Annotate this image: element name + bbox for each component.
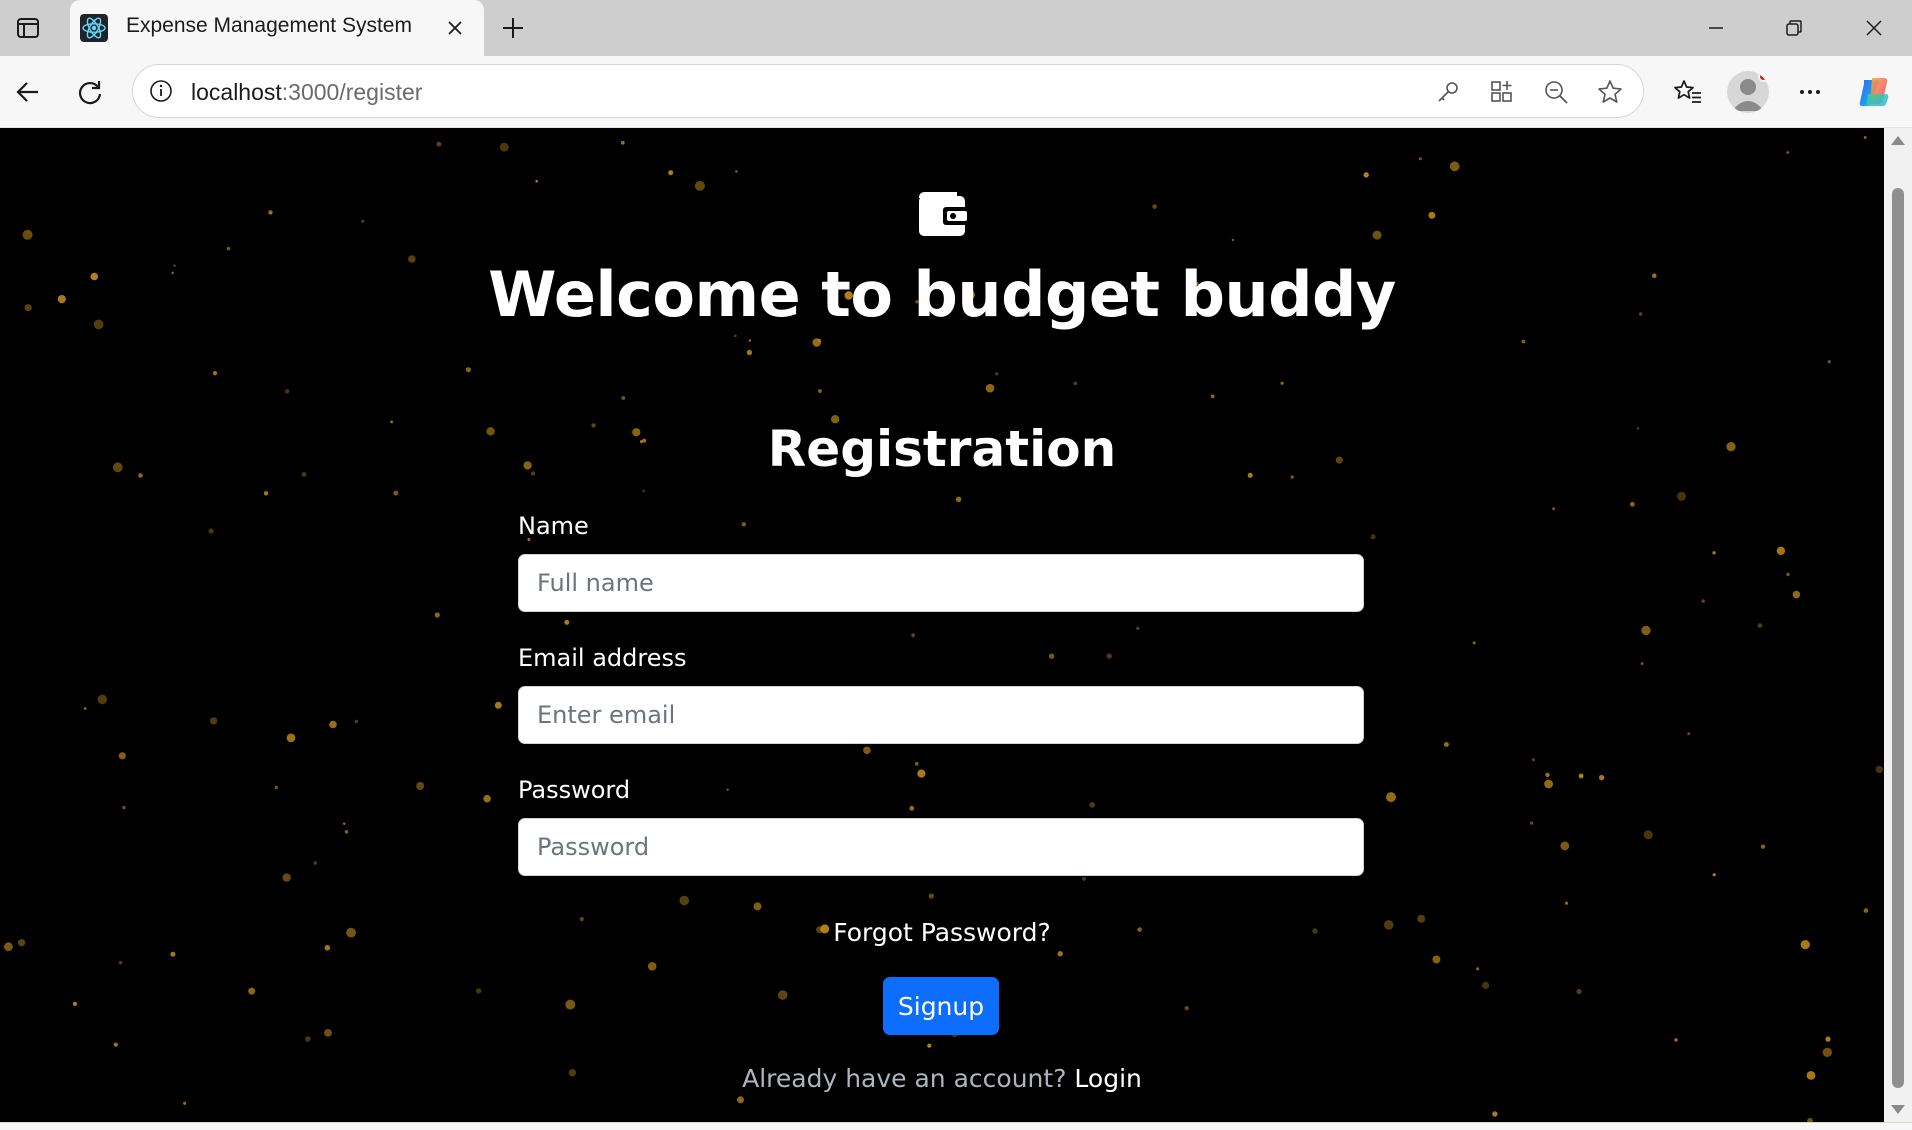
minimize-icon[interactable] — [1688, 8, 1744, 48]
email-input[interactable] — [518, 686, 1364, 744]
password-input[interactable] — [518, 818, 1364, 876]
sidebar-toggle-icon[interactable] — [10, 10, 46, 46]
restore-icon[interactable] — [1766, 8, 1822, 48]
signup-button[interactable]: Signup — [883, 977, 999, 1035]
back-arrow-icon[interactable] — [6, 70, 50, 114]
name-input[interactable] — [518, 554, 1364, 612]
login-prompt-row: Already have an account? Login — [0, 1064, 1884, 1093]
window-bottom-edge — [0, 1122, 1912, 1130]
close-window-icon[interactable] — [1846, 8, 1902, 48]
favorite-star-icon[interactable] — [1591, 73, 1629, 111]
tab-title: Expense Management System — [126, 14, 412, 37]
profile-avatar[interactable] — [1727, 71, 1769, 113]
scroll-up-arrow-icon[interactable] — [1891, 136, 1905, 145]
new-tab-icon[interactable] — [495, 10, 531, 46]
browser-toolbar: localhost:3000/register — [0, 56, 1912, 128]
password-label: Password — [518, 776, 631, 804]
forgot-password-row: Forgot Password? — [0, 918, 1884, 947]
form-title: Registration — [767, 420, 1117, 478]
page-heading: Welcome to budget buddy — [488, 258, 1396, 331]
address-bar[interactable]: localhost:3000/register — [132, 64, 1644, 118]
password-key-icon[interactable] — [1429, 73, 1467, 111]
page-viewport: Welcome to budget buddy Registration Nam… — [0, 128, 1884, 1122]
login-prompt-text: Already have an account? — [742, 1064, 1067, 1093]
login-link[interactable]: Login — [1074, 1064, 1141, 1093]
react-icon — [80, 14, 108, 42]
zoom-out-icon[interactable] — [1537, 73, 1575, 111]
refresh-icon[interactable] — [68, 70, 112, 114]
browser-tab-bar: Expense Management System — [0, 0, 1912, 56]
favorites-icon[interactable] — [1666, 70, 1710, 114]
scroll-down-arrow-icon[interactable] — [1891, 1105, 1905, 1114]
notification-dot — [1758, 71, 1769, 82]
name-label: Name — [518, 512, 589, 540]
browser-tab[interactable]: Expense Management System — [70, 0, 484, 56]
scroll-thumb[interactable] — [1892, 188, 1904, 1088]
forgot-password-link[interactable]: Forgot Password? — [833, 918, 1051, 947]
apps-icon[interactable] — [1483, 73, 1521, 111]
site-info-icon[interactable] — [143, 73, 179, 109]
url-host: localhost — [191, 79, 282, 105]
wallet-icon — [917, 190, 967, 238]
url-path: :3000/register — [281, 79, 423, 105]
copilot-icon[interactable] — [1852, 70, 1896, 114]
more-options-icon[interactable] — [1788, 70, 1832, 114]
page-scrollbar[interactable] — [1884, 128, 1912, 1122]
close-tab-icon[interactable] — [440, 13, 470, 43]
email-label: Email address — [518, 644, 687, 672]
url-text[interactable]: localhost:3000/register — [191, 79, 422, 106]
register-page: Welcome to budget buddy Registration Nam… — [0, 128, 1884, 1122]
